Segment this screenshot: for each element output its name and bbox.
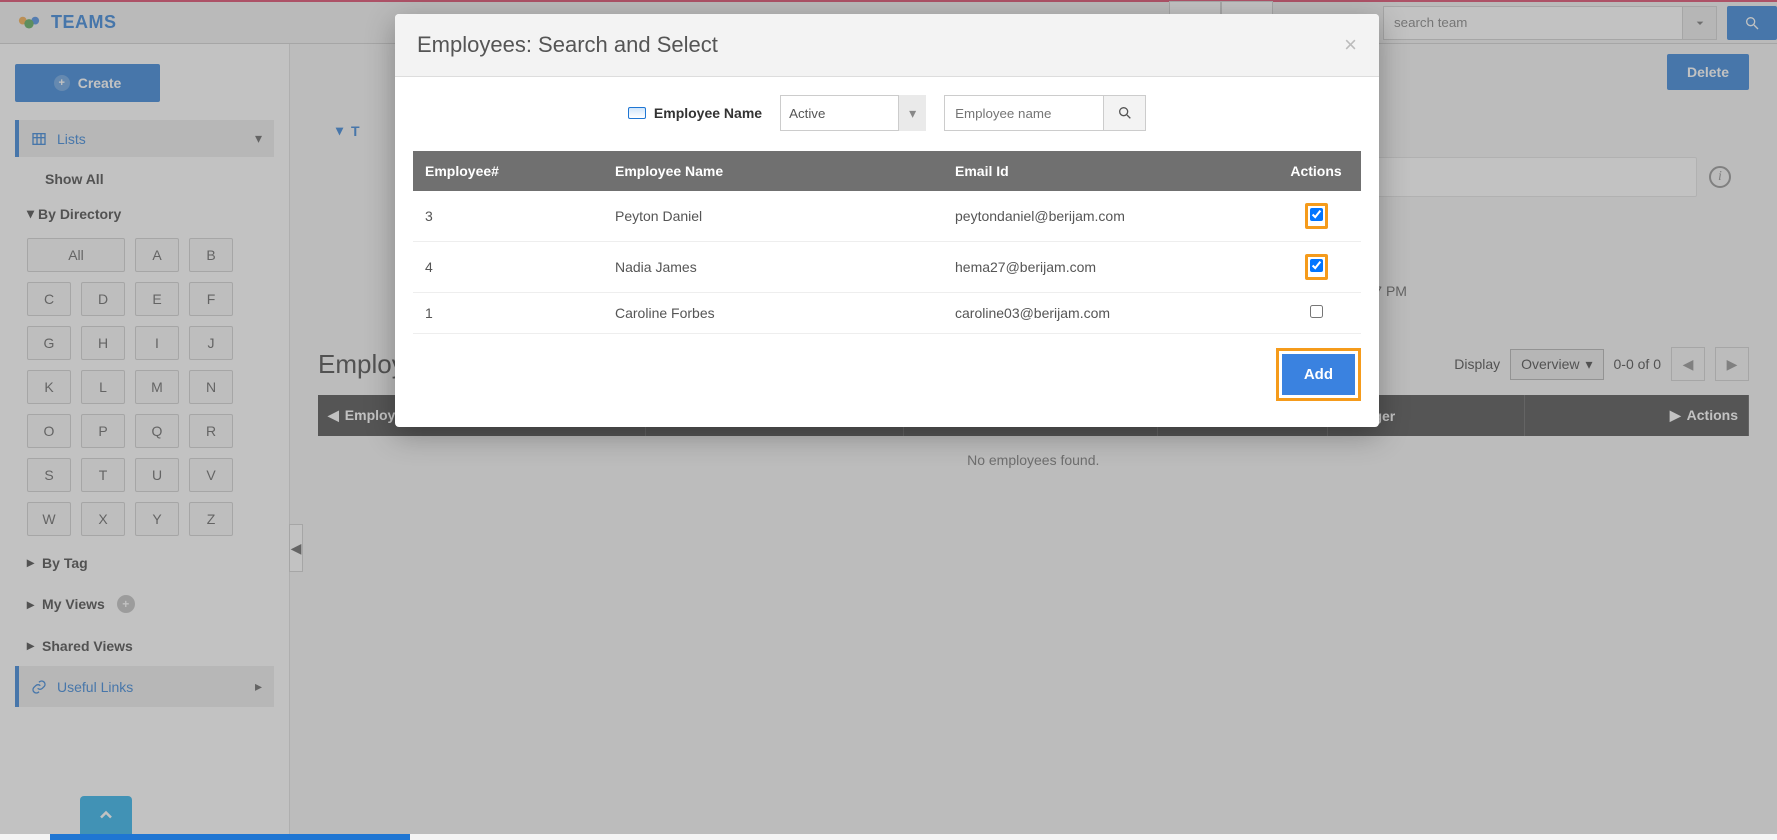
badge-icon <box>628 107 646 119</box>
search-icon[interactable] <box>1104 95 1146 131</box>
status-select[interactable]: Active <box>780 95 926 131</box>
cell-employee-name: Peyton Daniel <box>603 191 943 242</box>
modal-search-row: Employee Name Active ▾ <box>413 95 1361 131</box>
bottom-accent <box>50 834 410 840</box>
cell-employee-name: Caroline Forbes <box>603 293 943 334</box>
th-employee-name[interactable]: Employee Name <box>603 151 943 191</box>
cell-employee-name: Nadia James <box>603 242 943 293</box>
table-row: 3Peyton Danielpeytondaniel@berijam.com <box>413 191 1361 242</box>
close-icon[interactable]: × <box>1344 32 1357 58</box>
th-actions[interactable]: Actions <box>1271 151 1361 191</box>
cell-actions <box>1271 191 1361 242</box>
table-row: 4Nadia Jameshema27@berijam.com <box>413 242 1361 293</box>
employee-search-modal: Employees: Search and Select × Employee … <box>395 14 1379 427</box>
row-checkbox[interactable] <box>1310 305 1323 318</box>
th-employee-num[interactable]: Employee# <box>413 151 603 191</box>
modal-title: Employees: Search and Select <box>417 32 718 58</box>
cell-actions <box>1271 242 1361 293</box>
cell-actions <box>1271 293 1361 334</box>
cell-employee-num: 4 <box>413 242 603 293</box>
cell-employee-num: 1 <box>413 293 603 334</box>
row-checkbox[interactable] <box>1310 208 1323 221</box>
employee-name-input[interactable] <box>944 95 1104 131</box>
row-checkbox[interactable] <box>1310 259 1323 272</box>
cell-email: caroline03@berijam.com <box>943 293 1271 334</box>
modal-footer: Add <box>413 334 1361 409</box>
table-row: 1Caroline Forbescaroline03@berijam.com <box>413 293 1361 334</box>
cell-employee-num: 3 <box>413 191 603 242</box>
cell-email: peytondaniel@berijam.com <box>943 191 1271 242</box>
add-highlight: Add <box>1276 348 1361 401</box>
modal-employee-table: Employee# Employee Name Email Id Actions… <box>413 151 1361 334</box>
modal-add-button[interactable]: Add <box>1282 354 1355 395</box>
th-email-id[interactable]: Email Id <box>943 151 1271 191</box>
modal-header: Employees: Search and Select × <box>395 14 1379 77</box>
cell-email: hema27@berijam.com <box>943 242 1271 293</box>
